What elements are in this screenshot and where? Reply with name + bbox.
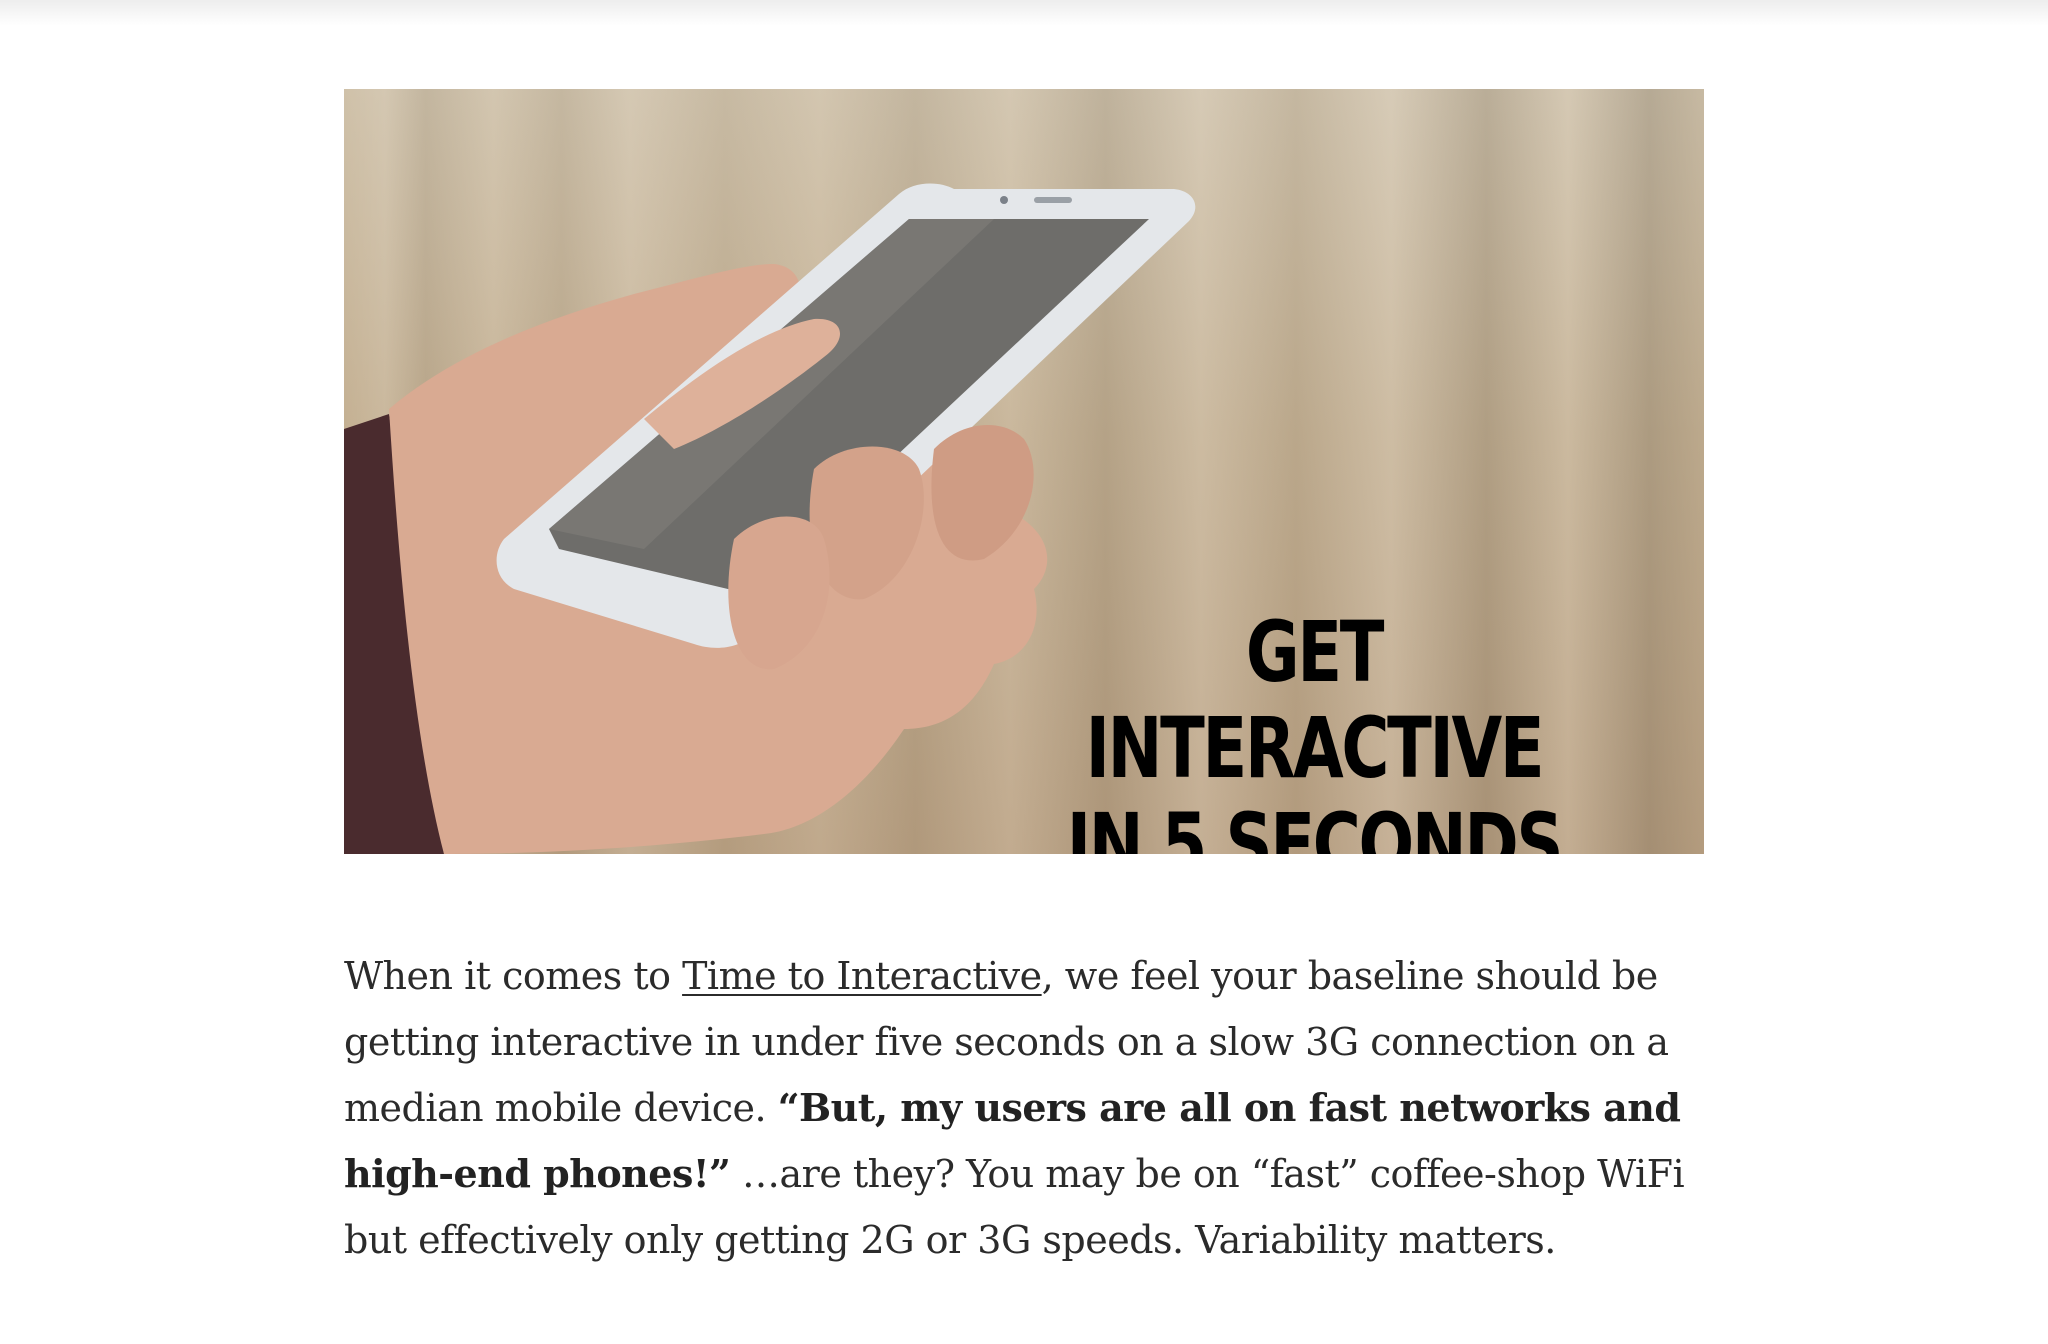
- article: GET INTERACTIVE IN 5 SECONDS When it com…: [344, 89, 1704, 1311]
- hero-title: GET INTERACTIVE IN 5 SECONDS: [1049, 604, 1579, 854]
- top-shadow: [0, 0, 2048, 26]
- time-to-interactive-link[interactable]: Time to Interactive: [682, 954, 1042, 998]
- hero-title-line-1: GET INTERACTIVE: [1085, 603, 1545, 797]
- hero-title-line-2: IN 5 SECONDS: [1066, 795, 1564, 854]
- paragraph-text-1: When it comes to: [344, 954, 683, 998]
- body-paragraph: When it comes to Time to Interactive, we…: [344, 943, 1704, 1273]
- hero-image: GET INTERACTIVE IN 5 SECONDS: [344, 89, 1704, 854]
